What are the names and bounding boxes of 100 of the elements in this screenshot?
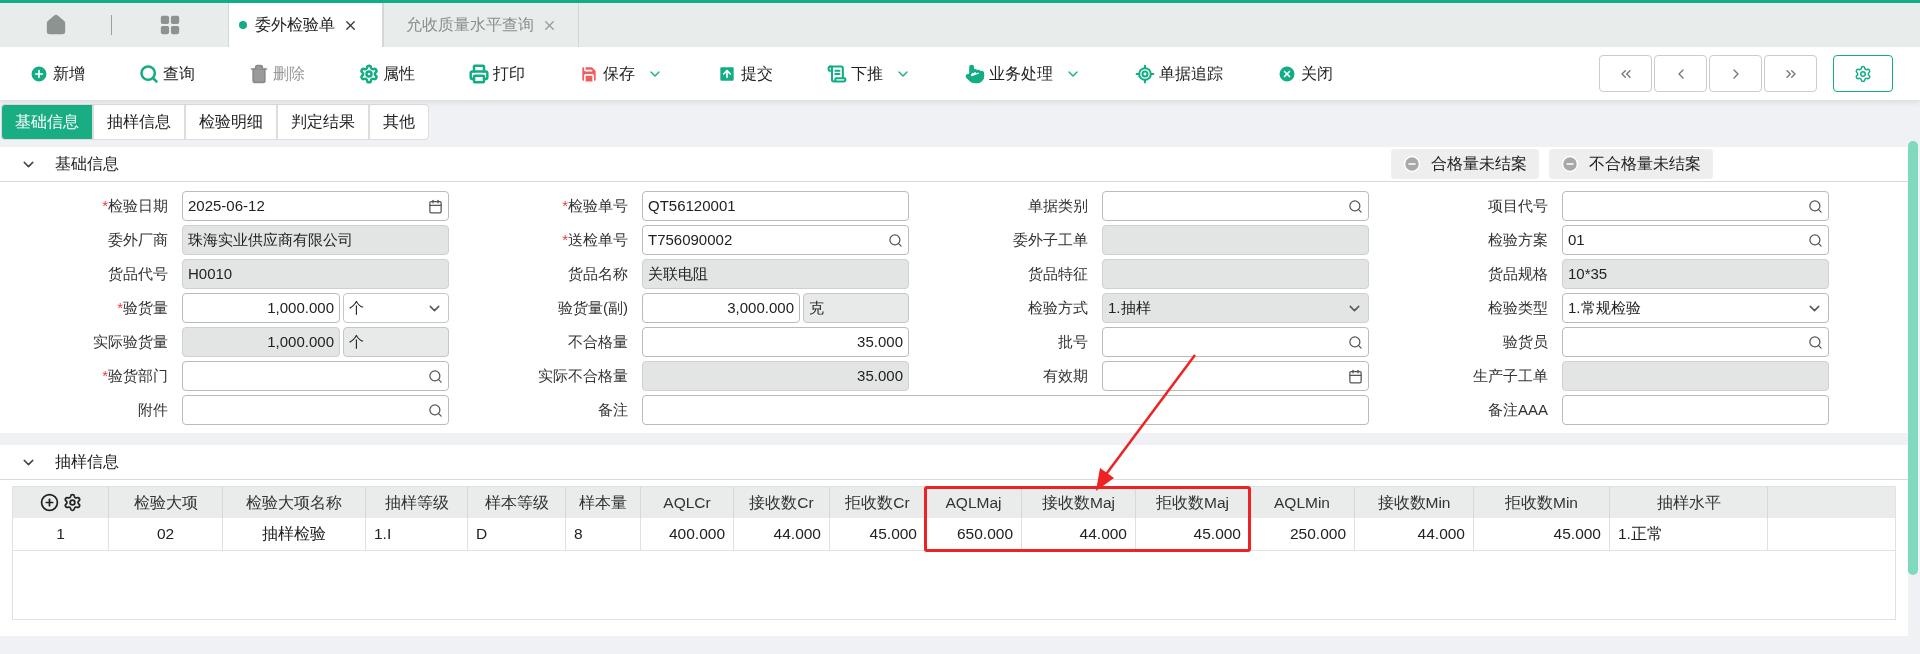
field-label: 检验日期 [108, 195, 168, 216]
search-icon[interactable] [1808, 334, 1823, 350]
input-field[interactable]: H0010 [182, 259, 449, 289]
unit-field[interactable]: 个 [343, 293, 449, 323]
section-tab[interactable]: 其他 [369, 104, 429, 140]
table-cell: 抽样检验 [223, 518, 366, 550]
table-cell: 02 [109, 518, 223, 550]
grid-icon[interactable] [159, 14, 181, 36]
toolbar-button[interactable]: 单据追踪 [1133, 61, 1225, 86]
quantity-field[interactable]: 1,000.000 [182, 327, 340, 357]
input-field[interactable]: 2025-06-12 [182, 191, 449, 221]
input-field[interactable]: 1.常规检验 [1562, 293, 1829, 323]
field-label: 实际验货量 [93, 331, 168, 352]
input-field[interactable]: 关联电阻 [642, 259, 909, 289]
input-field[interactable]: 10*35 [1562, 259, 1829, 289]
field-label: 检验类型 [1488, 297, 1548, 318]
toolbar-button[interactable]: 提交 [715, 61, 775, 86]
input-field[interactable] [1562, 361, 1829, 391]
toolbar-button[interactable]: 关闭 [1275, 61, 1335, 86]
search-icon[interactable] [888, 232, 903, 248]
gear-icon [359, 63, 379, 84]
input-field[interactable] [1102, 259, 1369, 289]
field-label: 实际不合格量 [538, 365, 628, 386]
input-field[interactable] [1102, 191, 1369, 221]
input-field[interactable]: 01 [1562, 225, 1829, 255]
input-field[interactable] [1102, 225, 1369, 255]
first-page-button[interactable] [1599, 55, 1652, 92]
table-cell: 8 [566, 518, 641, 550]
settings-button[interactable] [1833, 55, 1893, 92]
table-cell: 45.000 [830, 518, 926, 550]
document-tab[interactable]: 委外检验单 [228, 3, 383, 47]
column-header: 检验大项名称 [223, 487, 366, 518]
column-header: 拒收数Min [1474, 487, 1610, 518]
search-icon[interactable] [1808, 198, 1823, 214]
toolbar-button[interactable]: 属性 [357, 61, 417, 86]
input-field[interactable]: QT56120001 [642, 191, 909, 221]
field-label: 验货员 [1503, 331, 1548, 352]
toolbar-button[interactable]: 保存 [577, 61, 665, 86]
field-label: 有效期 [1043, 365, 1088, 386]
quantity-field[interactable]: 1,000.000 [182, 293, 340, 323]
toolbar-button[interactable]: 打印 [467, 61, 527, 86]
field-label: 货品名称 [568, 263, 628, 284]
search-icon[interactable] [1348, 334, 1363, 350]
search-icon[interactable] [1808, 232, 1823, 248]
input-field[interactable]: T756090002 [642, 225, 909, 255]
input-field[interactable] [1562, 327, 1829, 357]
toolbar-button[interactable]: 查询 [137, 61, 197, 86]
section-tab[interactable]: 抽样信息 [93, 104, 185, 140]
column-header: 检验大项 [109, 487, 223, 518]
required-mark: * [562, 195, 568, 216]
table-cell: 1.I [366, 518, 468, 550]
unit-field[interactable]: 个 [343, 327, 449, 357]
toolbar-button[interactable]: 新增 [27, 61, 87, 86]
input-field[interactable] [642, 395, 1369, 425]
hand-pointer-icon [965, 63, 985, 84]
input-field[interactable]: 珠海实业供应商有限公司 [182, 225, 449, 255]
scrollbar-thumb[interactable] [1908, 141, 1918, 575]
section-tab[interactable]: 检验明细 [185, 104, 277, 140]
home-icon[interactable] [44, 14, 67, 36]
minus-circle-icon [1403, 155, 1421, 173]
last-page-button[interactable] [1764, 55, 1817, 92]
field-label: 项目代号 [1488, 195, 1548, 216]
input-field[interactable] [182, 395, 449, 425]
input-field[interactable] [182, 361, 449, 391]
calendar-icon[interactable] [1348, 368, 1363, 384]
field-label: 委外子工单 [1013, 229, 1088, 250]
table-cell: 400.000 [641, 518, 734, 550]
input-field[interactable] [1102, 361, 1369, 391]
search-icon[interactable] [428, 368, 443, 384]
table-cell: 1.正常 [1610, 518, 1768, 550]
add-row-icon[interactable] [39, 493, 59, 512]
previous-button[interactable] [1654, 55, 1707, 92]
input-field[interactable] [1562, 395, 1829, 425]
calendar-icon[interactable] [428, 198, 443, 214]
toolbar-button[interactable]: 下推 [825, 61, 913, 86]
required-mark: * [102, 365, 108, 386]
column-header: AQLMin [1250, 487, 1355, 518]
column-header: AQLMaj [926, 487, 1022, 518]
input-field[interactable]: 1.抽样 [1102, 293, 1369, 323]
search-icon[interactable] [428, 402, 443, 418]
settings-icon [1854, 64, 1872, 83]
column-header: 抽样水平 [1610, 487, 1768, 518]
input-field[interactable] [1102, 327, 1369, 357]
section-tab[interactable]: 判定结果 [277, 104, 369, 140]
status-badge: 不合格量未结案 [1549, 149, 1713, 179]
field-label: 检验方案 [1488, 229, 1548, 250]
field-label: 验货部门 [108, 365, 168, 386]
toolbar-button[interactable]: 业务处理 [963, 61, 1083, 86]
settings-icon[interactable] [62, 493, 82, 512]
input-field[interactable] [1562, 191, 1829, 221]
next-button[interactable] [1709, 55, 1762, 92]
input-field[interactable]: 35.000 [642, 327, 909, 357]
unit-field[interactable]: 克 [803, 293, 909, 323]
table-cell: 44.000 [1022, 518, 1136, 550]
input-field[interactable]: 35.000 [642, 361, 909, 391]
field-label: 货品特征 [1028, 263, 1088, 284]
printer-icon [469, 63, 489, 84]
quantity-field[interactable]: 3,000.000 [642, 293, 800, 323]
column-header: AQLCr [641, 487, 734, 518]
search-icon[interactable] [1348, 198, 1363, 214]
